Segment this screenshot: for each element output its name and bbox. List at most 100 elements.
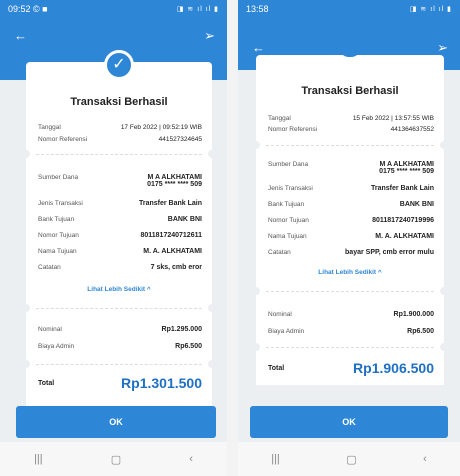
receipt-notch [208,150,216,158]
sumber-name: M A ALKHATAMI [147,174,202,181]
nominal-value: Rp1.295.000 [161,326,202,333]
nominal-value: Rp1.900.000 [393,311,434,318]
receipt-notch [252,287,260,295]
nomor-tujuan-label: Nomor Tujuan [38,232,79,239]
nomor-tujuan-value: 8011817240712611 [140,232,202,239]
divider [266,291,434,292]
total-label: Total [268,365,285,372]
nama-tujuan-row: Nama Tujuan M. A. ALKHATAMI [268,233,434,240]
total-value: Rp1.906.500 [353,360,434,376]
divider [36,154,202,155]
status-bar: 09:52 © ■ ◨ ≋ ıl ıl ▮ [0,0,227,18]
nav-back-icon[interactable]: ‹ [423,453,427,465]
biaya-label: Biaya Admin [268,328,305,335]
sumber-value: M A ALKHATAMI 0175 **** **** 509 [147,174,202,188]
nav-back-icon[interactable]: ‹ [189,453,193,465]
sumber-label: Sumber Dana [38,174,79,181]
divider [36,364,202,365]
receipt-notch [252,141,260,149]
home-icon[interactable]: ▢ [111,453,121,466]
bank-label: Bank Tujuan [268,201,305,208]
tanggal-row: Tanggal 15 Feb 2022 | 13:57:55 WIB [268,115,434,122]
receipt-notch [440,141,448,149]
bank-value: BANK BNI [399,201,434,208]
jenis-value: Transfer Bank Lain [138,200,202,207]
catatan-label: Catatan [268,249,291,256]
nama-tujuan-value: M. A. ALKHATAMI [375,233,434,240]
total-value: Rp1.301.500 [121,375,202,391]
check-badge-edge [339,47,361,57]
referensi-label: Nomor Referensi [268,126,318,133]
page-title: Transaksi Berhasil [70,96,168,108]
biaya-value: Rp6.500 [175,343,202,350]
nominal-label: Nominal [38,326,62,333]
recent-apps-icon[interactable]: ||| [34,453,43,465]
show-less-link[interactable]: Lihat Lebih Sedikit ^ [256,269,444,276]
sumber-label: Sumber Dana [268,161,309,168]
page-title: Transaksi Berhasil [301,85,399,97]
referensi-row: Nomor Referensi 441364637552 [268,126,434,133]
biaya-label: Biaya Admin [38,343,75,350]
bank-row: Bank Tujuan BANK BNI [268,201,434,208]
nomor-tujuan-row: Nomor Tujuan 8011817240712611 [38,232,202,239]
referensi-row: Nomor Referensi 441527324645 [38,136,202,143]
right-screenshot: 13:58 ◨ ≋ ıl ıl ▮ ← ➢ Transaksi Berhasil… [238,0,460,476]
catatan-value: bayar SPP, cmb error mulu [345,249,434,256]
sumber-value: M A ALKHATAMI 0175 **** **** 509 [379,161,434,175]
tanggal-row: Tanggal 17 Feb 2022 | 09:52:19 WIB [38,124,202,131]
receipt-notch [440,287,448,295]
status-system-icons: ◨ ≋ ıl ıl ▮ [409,6,452,13]
bank-row: Bank Tujuan BANK BNI [38,216,202,223]
receipt-notch [208,304,216,312]
sumber-row: Sumber Dana M A ALKHATAMI 0175 **** ****… [268,161,434,175]
arrow-left-icon[interactable]: ← [14,28,27,43]
sumber-account: 0175 **** **** 509 [379,168,434,175]
tanggal-label: Tanggal [268,115,291,122]
nama-tujuan-label: Nama Tujuan [268,233,307,240]
send-icon[interactable]: ➢ [204,28,215,44]
receipt-notch [22,304,30,312]
divider [36,308,202,309]
catatan-row: Catatan bayar SPP, cmb error mulu [268,249,434,256]
ok-button[interactable]: OK [250,406,448,438]
status-time: 09:52 © ■ [8,4,48,14]
tanggal-value: 15 Feb 2022 | 13:57:55 WIB [352,115,434,122]
nomor-tujuan-value: 8011817240719996 [372,217,434,224]
biaya-row: Biaya Admin Rp6.500 [38,343,202,350]
nominal-row: Nominal Rp1.295.000 [38,326,202,333]
referensi-label: Nomor Referensi [38,136,88,143]
bank-label: Bank Tujuan [38,216,75,223]
recent-apps-icon[interactable]: ||| [271,453,280,465]
show-less-link[interactable]: Lihat Lebih Sedikit ^ [26,286,212,293]
tanggal-label: Tanggal [38,124,61,131]
referensi-value: 441364637552 [390,126,434,133]
sumber-name: M A ALKHATAMI [379,161,434,168]
receipt-notch [252,343,260,351]
jenis-row: Jenis Transaksi Transfer Bank Lain [268,185,434,192]
home-icon[interactable]: ▢ [346,453,356,466]
status-bar: 13:58 ◨ ≋ ıl ıl ▮ [238,0,460,18]
bank-value: BANK BNI [167,216,202,223]
jenis-row: Jenis Transaksi Transfer Bank Lain [38,200,202,207]
divider [266,145,434,146]
jenis-label: Jenis Transaksi [38,200,83,207]
send-icon[interactable]: ➢ [437,40,448,56]
system-nav-bar: ||| ▢ ‹ [238,442,460,476]
ok-button[interactable]: OK [16,406,216,438]
receipt-notch [22,150,30,158]
receipt-notch [22,360,30,368]
jenis-label: Jenis Transaksi [268,185,313,192]
receipt-notch [440,343,448,351]
total-label: Total [38,380,55,387]
nama-tujuan-value: M. A. ALKHATAMI [143,248,202,255]
divider [266,347,434,348]
arrow-left-icon[interactable]: ← [252,40,265,55]
receipt-notch [208,360,216,368]
nominal-label: Nominal [268,311,292,318]
nama-tujuan-row: Nama Tujuan M. A. ALKHATAMI [38,248,202,255]
receipt-card: Transaksi Berhasil Tanggal 15 Feb 2022 |… [252,47,448,385]
biaya-value: Rp6.500 [407,328,434,335]
nomor-tujuan-row: Nomor Tujuan 8011817240719996 [268,217,434,224]
sumber-account: 0175 **** **** 509 [147,181,202,188]
jenis-value: Transfer Bank Lain [370,185,434,192]
